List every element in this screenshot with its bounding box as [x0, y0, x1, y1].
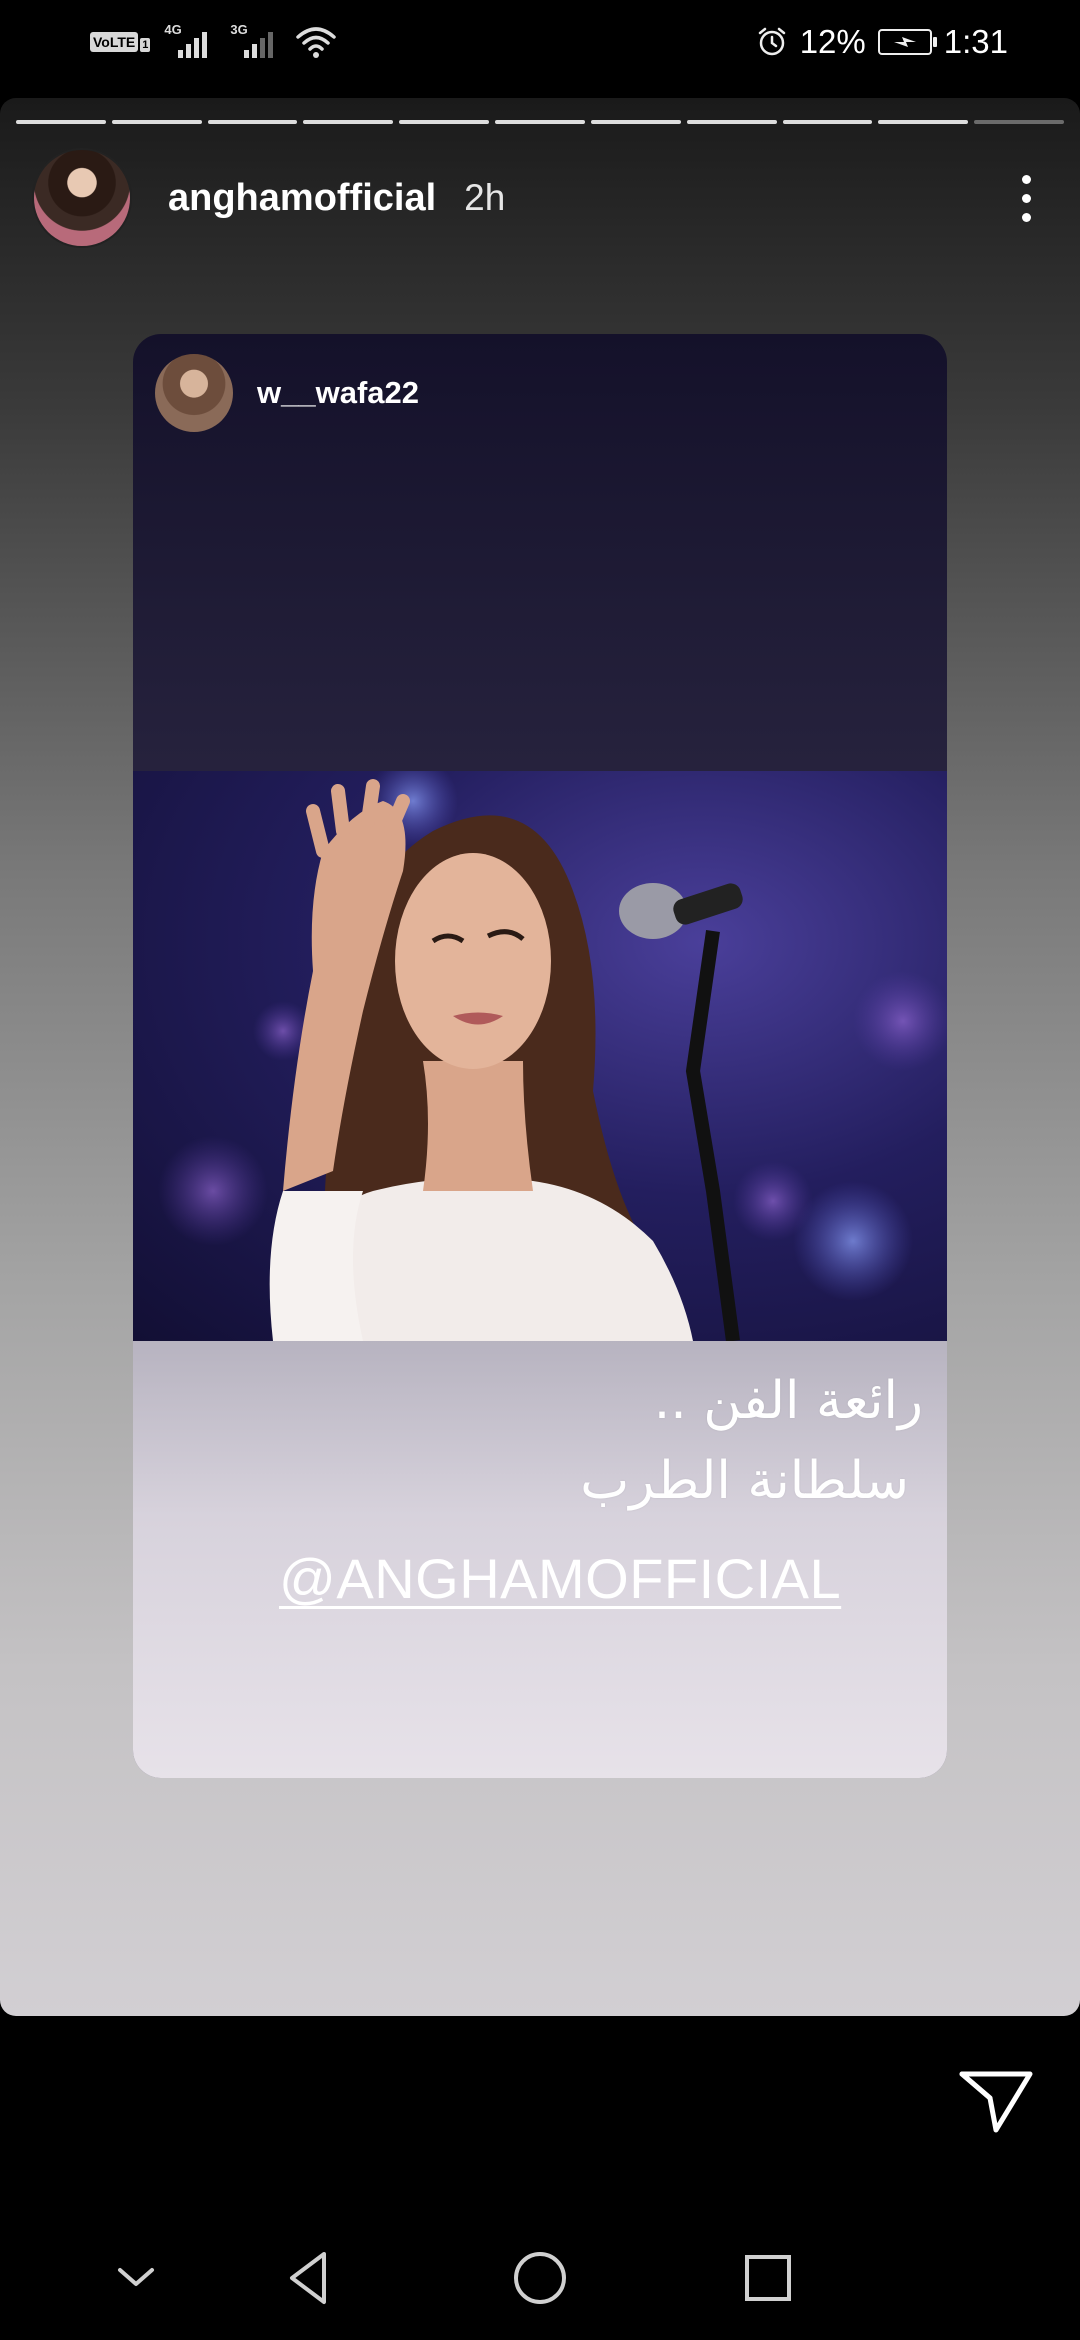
- shared-post[interactable]: w__wafa22 رائعة الفن .. سلطانة الطرب @AN…: [133, 334, 947, 1778]
- progress-segment: [303, 120, 394, 124]
- status-left-icons: VoLTE 1 4G 3G: [90, 20, 337, 64]
- post-photo: [133, 771, 947, 1341]
- battery-charging-icon: [877, 29, 937, 55]
- system-nav-bar: [0, 2200, 1080, 2340]
- progress-segment: [782, 120, 873, 124]
- send-icon[interactable]: [956, 2064, 1036, 2136]
- progress-segment: [495, 120, 585, 124]
- story-progress-bar: [16, 120, 1064, 124]
- clock: 1:31: [943, 23, 1008, 60]
- volte-icon: VoLTE 1: [90, 32, 151, 52]
- volte-label: VoLTE: [90, 32, 139, 52]
- battery-percent: 12%: [799, 23, 866, 60]
- status-bar: VoLTE 1 4G 3G 12% 1:31: [0, 0, 1080, 90]
- sim-label: 1: [140, 38, 151, 52]
- progress-segment: [590, 120, 681, 124]
- progress-segment: [111, 120, 202, 124]
- more-vertical-icon[interactable]: [1006, 168, 1046, 228]
- mention-link[interactable]: @ANGHAMOFFICIAL: [279, 1546, 841, 1611]
- story-time: 2h: [464, 177, 506, 218]
- alarm-icon: [758, 27, 785, 56]
- status-right-icons: 12% 1:31: [756, 20, 1008, 64]
- story-username[interactable]: anghamofficial: [168, 177, 436, 220]
- recents-icon[interactable]: [738, 2248, 798, 2308]
- caption-area: رائعة الفن .. سلطانة الطرب @ANGHAMOFFICI…: [133, 1341, 947, 1778]
- avatar[interactable]: [34, 150, 130, 246]
- home-icon[interactable]: [510, 2248, 570, 2308]
- signal-icon: 4G: [164, 22, 216, 62]
- progress-segment: [974, 120, 1064, 124]
- caption-line-2: سلطانة الطرب: [580, 1451, 909, 1511]
- caption-line-1: رائعة الفن ..: [653, 1371, 923, 1431]
- shared-post-username[interactable]: w__wafa22: [257, 375, 419, 411]
- back-icon[interactable]: [280, 2248, 340, 2308]
- story-header: anghamofficial 2h: [34, 150, 1046, 246]
- story-viewer[interactable]: anghamofficial 2h w__wafa22 رائعة الفن .…: [0, 98, 1080, 2016]
- progress-segment: [207, 120, 298, 124]
- collapse-icon[interactable]: [106, 2248, 166, 2308]
- progress-segment: [16, 120, 106, 124]
- progress-segment: [878, 120, 969, 124]
- wifi-icon: [296, 27, 337, 58]
- progress-segment: [686, 120, 777, 124]
- shared-post-avatar[interactable]: [155, 354, 233, 432]
- shared-post-header: w__wafa22: [155, 354, 419, 432]
- signal-icon: 3G: [230, 22, 282, 62]
- progress-segment: [399, 120, 490, 124]
